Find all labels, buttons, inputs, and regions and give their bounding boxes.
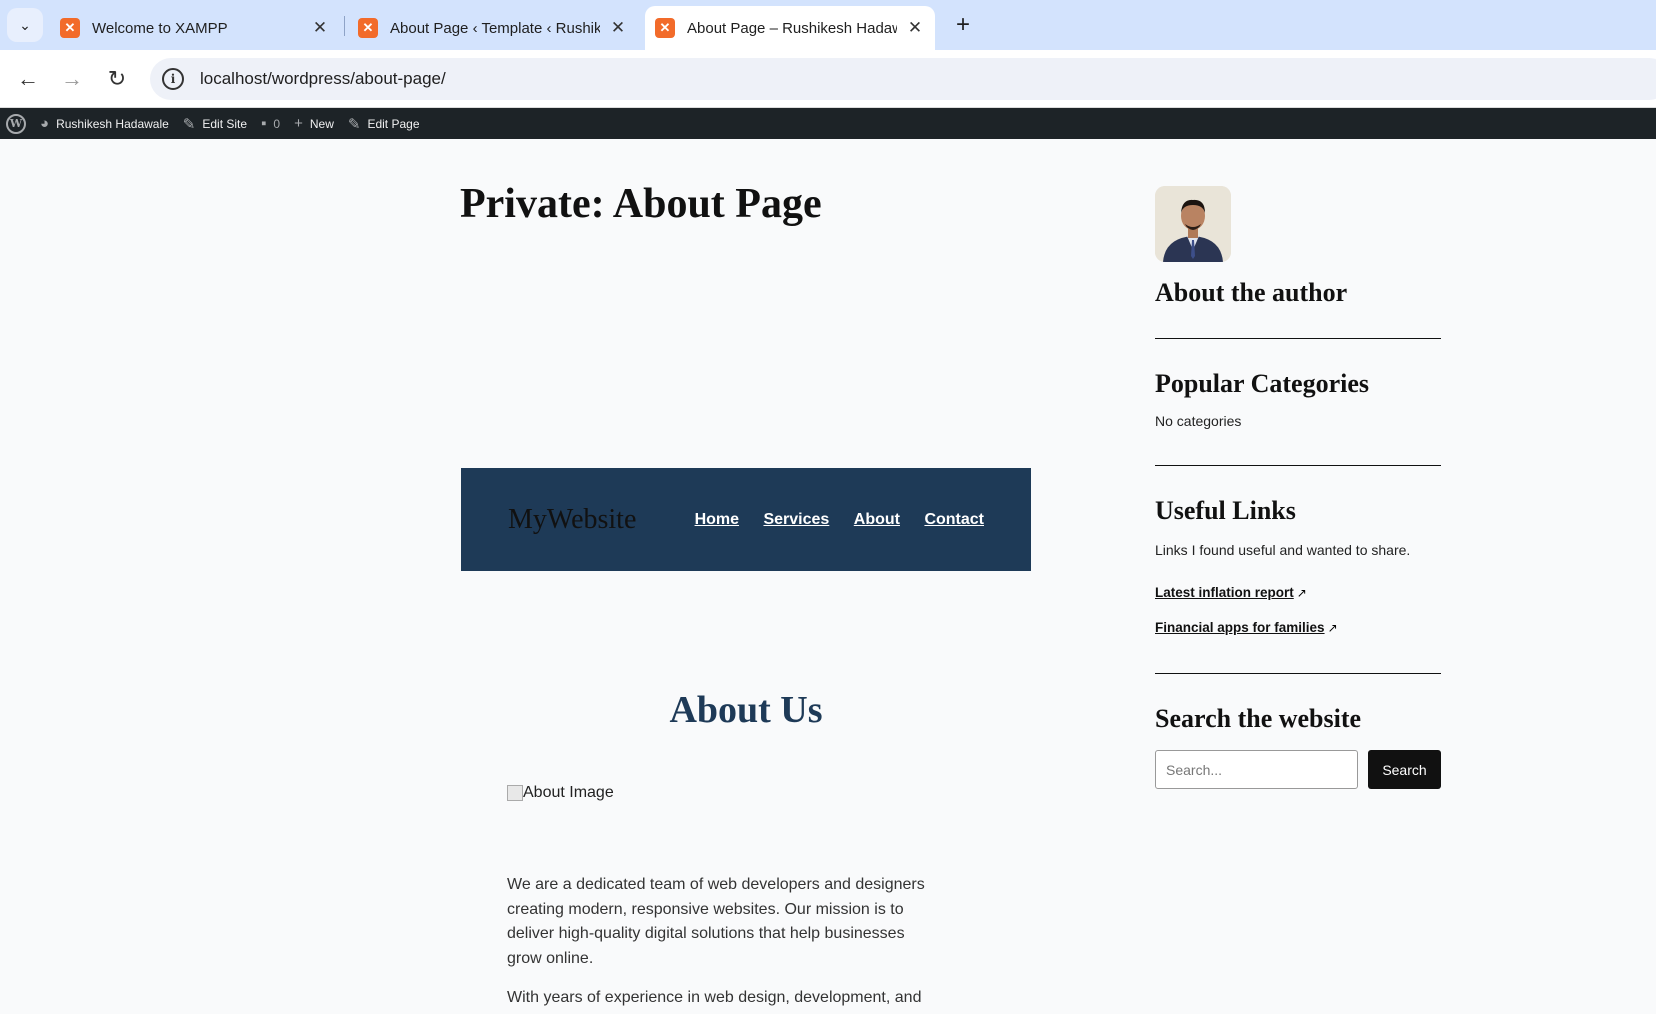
admin-new-label: New: [309, 116, 334, 131]
about-author-heading: About the author: [1155, 278, 1348, 307]
search-button[interactable]: Search: [1368, 750, 1441, 789]
search-placeholder: Search...: [1166, 761, 1223, 778]
address-bar[interactable]: i localhost/wordpress/about-page/: [150, 58, 1656, 100]
xampp-favicon-icon: ✕: [358, 18, 378, 38]
useful-link-item: Financial apps for families ↗: [1155, 619, 1441, 637]
search-input[interactable]: Search...: [1155, 750, 1358, 789]
plus-icon: +: [955, 11, 970, 38]
nav-home[interactable]: Home: [695, 511, 739, 528]
about-image: About Image: [507, 784, 614, 802]
reload-button[interactable]: ↻: [101, 63, 133, 95]
chevron-down-icon: ⌄: [19, 16, 31, 33]
new-tab-button[interactable]: +: [948, 10, 978, 40]
site-nav: Home Services About Contact: [675, 511, 984, 529]
close-icon[interactable]: ✕: [310, 18, 330, 38]
site-info-icon[interactable]: i: [162, 68, 184, 90]
tab-title: Welcome to XAMPP: [92, 19, 228, 37]
search-form: Search... Search: [1155, 750, 1441, 789]
url-text[interactable]: localhost/wordpress/about-page/: [200, 69, 446, 89]
admin-comments[interactable]: ▪ 0: [261, 115, 280, 132]
about-image-alt: About Image: [523, 784, 614, 801]
close-icon[interactable]: ✕: [608, 18, 628, 38]
divider: [1155, 338, 1441, 339]
wp-admin-bar: W ◕ Rushikesh Hadawale ✎ Edit Site ▪ 0 +…: [0, 108, 1656, 139]
about-paragraph-2: With years of experience in web design, …: [507, 989, 922, 1006]
broken-image-icon: [507, 785, 523, 801]
author-avatar: [1155, 186, 1231, 262]
xampp-favicon-icon: ✕: [655, 18, 675, 38]
admin-edit-site[interactable]: ✎ Edit Site: [183, 115, 247, 133]
categories-heading: Popular Categories: [1155, 369, 1369, 398]
admin-new[interactable]: + New: [294, 115, 334, 132]
site-brand: MyWebsite: [508, 503, 637, 535]
admin-edit-page-label: Edit Page: [367, 116, 420, 131]
divider: [1155, 673, 1441, 674]
dashboard-icon: ◕: [40, 115, 50, 132]
search-heading: Search the website: [1155, 704, 1362, 733]
divider: [1155, 465, 1441, 466]
admin-edit-site-label: Edit Site: [202, 116, 248, 131]
forward-button[interactable]: →: [56, 63, 88, 95]
categories-empty-text: No categories: [1155, 413, 1242, 429]
tab-title: About Page – Rushikesh Hadawale: [687, 19, 897, 37]
arrow-left-icon: ←: [17, 66, 39, 91]
external-link-icon: ↗: [1327, 621, 1338, 635]
wordpress-logo-icon[interactable]: W: [6, 113, 26, 134]
author-photo-icon: [1155, 186, 1231, 262]
tab-title: About Page ‹ Template ‹ Rushikesh Hadawa…: [390, 19, 600, 37]
tab-separator: [344, 16, 345, 36]
admin-site-name[interactable]: ◕ Rushikesh Hadawale: [40, 115, 169, 132]
reload-icon: ↻: [107, 66, 127, 91]
page-title: Private: About Page: [460, 181, 822, 227]
nav-contact[interactable]: Contact: [924, 511, 984, 528]
tab-about-page[interactable]: ✕ About Page – Rushikesh Hadawale ✕: [645, 6, 935, 50]
tab-about-template[interactable]: ✕ About Page ‹ Template ‹ Rushikesh Hada…: [348, 6, 638, 50]
close-icon[interactable]: ✕: [905, 18, 925, 38]
brush-icon: ✎: [182, 115, 196, 133]
useful-links-heading: Useful Links: [1155, 496, 1296, 525]
back-button[interactable]: ←: [12, 63, 44, 95]
site-header: MyWebsite Home Services About Contact: [461, 468, 1031, 571]
useful-link-item: Latest inflation report ↗: [1155, 584, 1441, 602]
external-link-icon: ↗: [1296, 586, 1307, 600]
tab-search-button[interactable]: ⌄: [7, 8, 43, 42]
sidebar: About the author Popular Categories No c…: [1155, 186, 1441, 789]
pencil-icon: ✎: [347, 115, 361, 133]
link-financial-apps[interactable]: Financial apps for families: [1155, 620, 1325, 635]
nav-services[interactable]: Services: [763, 511, 829, 528]
tab-xampp[interactable]: ✕ Welcome to XAMPP ✕: [50, 6, 340, 50]
comment-icon: ▪: [261, 115, 267, 132]
admin-edit-page[interactable]: ✎ Edit Page: [348, 115, 420, 133]
tab-strip: ⌄ ✕ Welcome to XAMPP ✕ ✕ About Page ‹ Te…: [0, 0, 1656, 50]
admin-site-name-label: Rushikesh Hadawale: [56, 116, 169, 131]
useful-links-text: Links I found useful and wanted to share…: [1155, 542, 1411, 558]
plus-icon: +: [294, 115, 303, 132]
about-paragraph-1: We are a dedicated team of web developer…: [507, 876, 925, 967]
admin-comments-count: 0: [273, 116, 281, 131]
nav-about[interactable]: About: [854, 511, 900, 528]
link-inflation-report[interactable]: Latest inflation report: [1155, 585, 1294, 600]
about-heading: About Us: [669, 689, 823, 731]
arrow-right-icon: →: [61, 66, 83, 91]
xampp-favicon-icon: ✕: [60, 18, 80, 38]
browser-toolbar: ← → ↻ i localhost/wordpress/about-page/: [0, 50, 1656, 108]
